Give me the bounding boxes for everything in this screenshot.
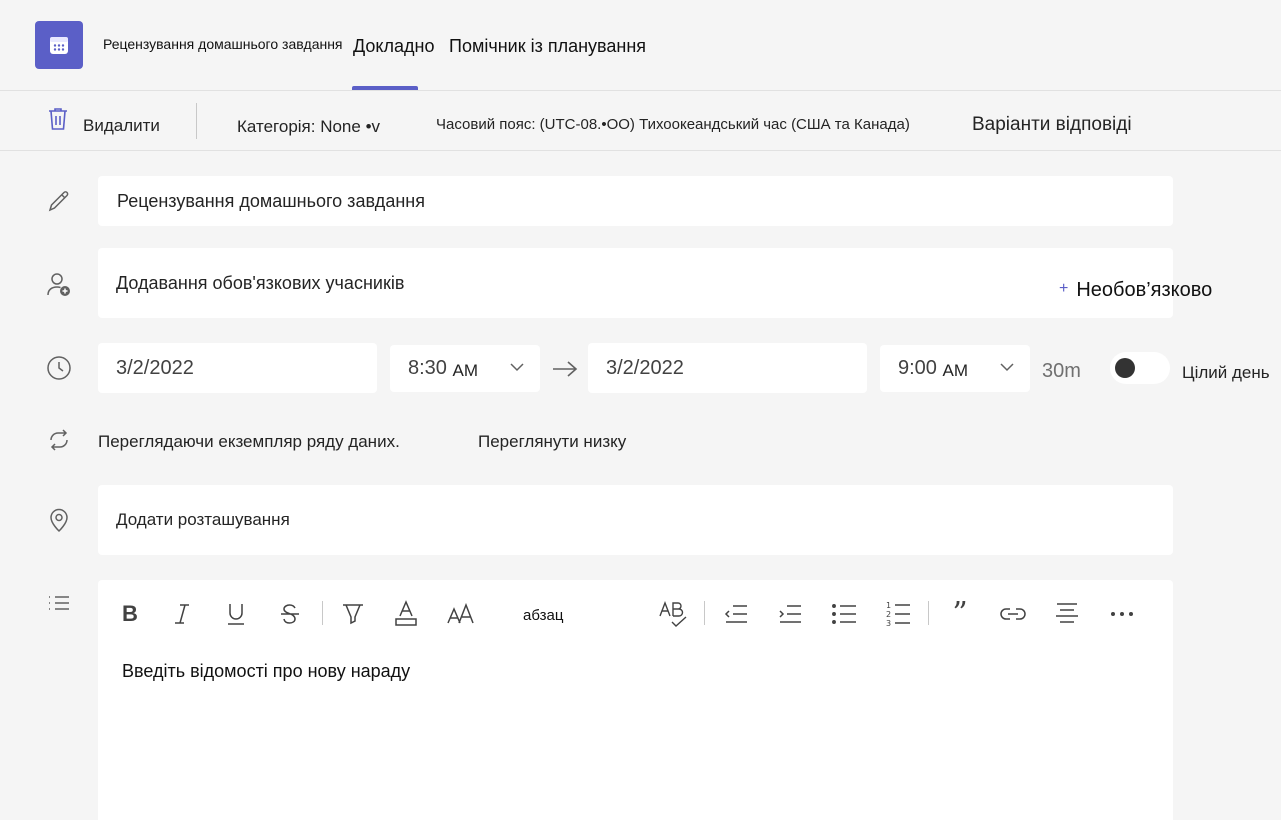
start-time-picker[interactable]: 8:30 AM [390,345,540,392]
toolbar-divider [704,601,705,625]
decrease-indent-icon[interactable] [722,600,750,628]
arrow-right-icon [553,361,578,377]
more-options-icon[interactable] [1108,600,1136,628]
optional-label: Необов’язково [1076,279,1213,301]
underline-icon[interactable] [224,600,248,628]
pencil-icon [45,187,73,215]
clock-icon [45,354,73,382]
start-time-ampm: AM [452,360,479,380]
trash-icon [49,108,67,130]
link-icon[interactable] [998,600,1028,628]
all-day-toggle[interactable] [1110,352,1170,384]
tab-details[interactable]: Докладно [353,36,434,57]
svg-text:3: 3 [886,619,891,628]
increase-indent-icon[interactable] [776,600,804,628]
svg-text:1: 1 [886,601,891,610]
toggle-knob [1115,358,1135,378]
delete-label: Видалити [83,116,160,135]
font-color-icon[interactable] [393,600,419,628]
bold-icon[interactable]: B [118,600,142,628]
start-date-picker[interactable]: 3/2/2022 [98,343,377,393]
optional-attendees-button[interactable]: + Необов’язково [1059,279,1212,302]
toolbar-divider [196,103,197,139]
meeting-toolbar: Видалити Категорія: None •v Часовий пояс… [0,90,1281,151]
repeat-icon [45,426,73,454]
align-icon[interactable] [1053,600,1081,628]
add-person-icon [45,271,73,299]
numbered-list-icon[interactable]: 123 [884,600,912,628]
calendar-icon [50,37,68,54]
meeting-header: Рецензування домашнього завдання Докладн… [0,0,1281,90]
required-attendees-input[interactable]: Додавання обов'язкових учасників [98,248,1173,318]
toolbar-divider [322,601,323,625]
details-list-icon [45,590,73,618]
response-options-button[interactable]: Варіанти відповіді [972,114,1132,136]
meeting-title: Рецензування домашнього завдання [103,36,343,52]
chevron-down-icon [510,363,524,372]
font-size-icon[interactable] [446,600,476,628]
chevron-down-icon [1000,363,1014,372]
timezone-dropdown[interactable]: Часовий пояс: (UTC-08.•OO) Тихоокеандськ… [436,116,910,133]
end-time-value: 9:00 [898,357,937,379]
bulleted-list-icon[interactable] [830,600,858,628]
editor-placeholder: Введіть відомості про нову нараду [122,661,411,681]
tab-scheduling-assistant[interactable]: Помічник із планування [449,36,646,57]
end-time-picker[interactable]: 9:00 AM [880,345,1030,392]
plus-icon: + [1059,280,1069,297]
location-pin-icon [45,506,73,534]
highlight-icon[interactable] [338,600,368,628]
category-dropdown[interactable]: Категорія: None •v [237,117,380,137]
start-time-value: 8:30 [408,357,447,379]
title-input[interactable]: Рецензування домашнього завдання [98,176,1173,226]
location-input[interactable]: Додати розташування [98,485,1173,555]
delete-button[interactable]: Видалити [46,106,160,135]
view-series-link[interactable]: Переглянути низку [478,432,626,452]
meeting-details-editor[interactable]: B абзац 123 ” Введіть відомості про нову… [98,580,1173,820]
all-day-label: Цілий день [1182,363,1270,382]
calendar-app-tile [35,21,83,69]
paragraph-style-dropdown[interactable]: абзац [523,607,563,624]
spellcheck-icon[interactable] [658,600,688,628]
italic-icon[interactable] [170,600,194,628]
svg-text:2: 2 [886,610,891,619]
strikethrough-icon[interactable] [278,600,302,628]
series-info-text: Переглядаючи екземпляр ряду даних. [98,432,400,451]
end-time-ampm: AM [942,360,969,380]
duration-label: 30m [1042,360,1081,382]
toolbar-divider [928,601,929,625]
quote-icon[interactable]: ” [946,599,974,629]
end-date-picker[interactable]: 3/2/2022 [588,343,867,393]
